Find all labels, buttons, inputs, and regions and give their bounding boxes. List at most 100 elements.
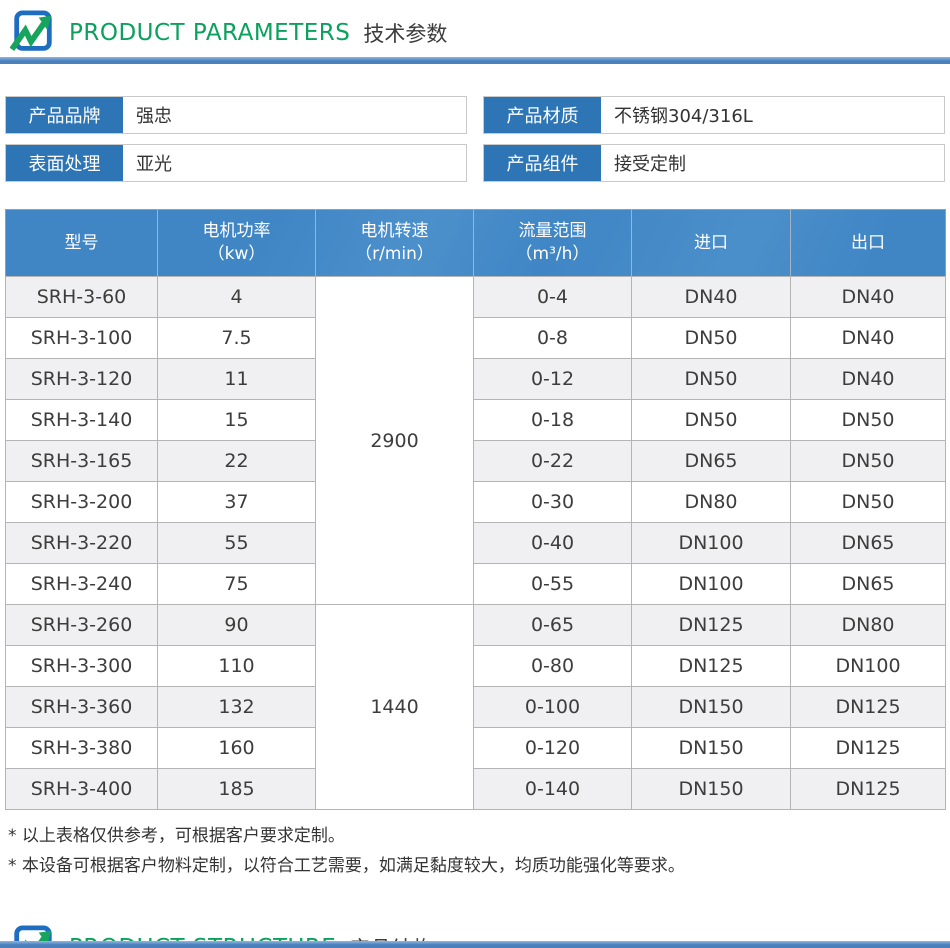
flow-cell: 0-140 (474, 769, 632, 810)
info-value: 亚光 (123, 145, 466, 181)
model-cell: SRH-3-100 (6, 318, 158, 359)
inlet-cell: DN150 (632, 687, 791, 728)
flow-cell: 0-80 (474, 646, 632, 687)
outlet-cell: DN80 (791, 605, 946, 646)
inlet-cell: DN100 (632, 564, 791, 605)
outlet-cell: DN125 (791, 728, 946, 769)
table-row: SRH-3-300110 0-80DN125DN100 (6, 646, 946, 687)
info-value: 不锈钢304/316L (601, 97, 944, 133)
brand-logo-icon (10, 10, 56, 56)
model-cell: SRH-3-165 (6, 441, 158, 482)
model-cell: SRH-3-120 (6, 359, 158, 400)
info-label: 产品组件 (484, 145, 601, 181)
column-header-flow: 流量范围（m³/h） (474, 210, 632, 277)
power-cell: 90 (158, 605, 316, 646)
info-label: 产品材质 (484, 97, 601, 133)
outlet-cell: DN40 (791, 277, 946, 318)
power-cell: 75 (158, 564, 316, 605)
table-row: SRH-3-1007.5 0-8DN50DN40 (6, 318, 946, 359)
spec-table-body: SRH-3-60429000-4DN40DN40SRH-3-1007.50-8D… (6, 277, 946, 810)
outlet-cell: DN40 (791, 359, 946, 400)
outlet-cell: DN40 (791, 318, 946, 359)
info-label: 产品品牌 (6, 97, 123, 133)
outlet-cell: DN65 (791, 564, 946, 605)
section-title-en: PRODUCT PARAMETERS (69, 20, 350, 46)
column-header-inlet: 进口 (632, 210, 791, 277)
power-cell: 55 (158, 523, 316, 564)
product-info-grid: 产品品牌 强忠 产品材质 不锈钢304/316L 表面处理 亚光 产品组件 接受… (5, 96, 945, 182)
power-cell: 110 (158, 646, 316, 687)
info-row-brand: 产品品牌 强忠 (5, 96, 467, 134)
inlet-cell: DN125 (632, 646, 791, 687)
info-value: 接受定制 (601, 145, 944, 181)
footnote: * 以上表格仅供参考，可根据客户要求定制。 (8, 821, 950, 851)
power-cell: 22 (158, 441, 316, 482)
table-row: SRH-3-20037 0-30DN80DN50 (6, 482, 946, 523)
flow-cell: 0-30 (474, 482, 632, 523)
column-header-speed: 电机转速（r/min） (316, 210, 474, 277)
flow-cell: 0-12 (474, 359, 632, 400)
product-parameters-page: PRODUCT PARAMETERS 技术参数 产品品牌 强忠 产品材质 不锈钢… (0, 0, 950, 948)
spec-table-wrap: 型号 电机功率（kw） 电机转速（r/min） 流量范围（m³/h） 进口 出口… (5, 209, 945, 810)
model-cell: SRH-3-300 (6, 646, 158, 687)
info-row-surface: 表面处理 亚光 (5, 144, 467, 182)
inlet-cell: DN80 (632, 482, 791, 523)
footnote: * 本设备可根据客户物料定制，以符合工艺需要，如满足黏度较大，均质功能强化等要求… (8, 851, 950, 881)
column-header-power: 电机功率（kw） (158, 210, 316, 277)
inlet-cell: DN40 (632, 277, 791, 318)
model-cell: SRH-3-360 (6, 687, 158, 728)
outlet-cell: DN50 (791, 400, 946, 441)
outlet-cell: DN125 (791, 769, 946, 810)
inlet-cell: DN50 (632, 400, 791, 441)
flow-cell: 0-4 (474, 277, 632, 318)
table-row: SRH-3-240750-55DN100DN65 (6, 564, 946, 605)
power-cell: 11 (158, 359, 316, 400)
speed-cell: 2900 (316, 277, 474, 605)
inlet-cell: DN50 (632, 318, 791, 359)
flow-cell: 0-18 (474, 400, 632, 441)
flow-cell: 0-120 (474, 728, 632, 769)
power-cell: 4 (158, 277, 316, 318)
column-header-outlet: 出口 (791, 210, 946, 277)
outlet-cell: DN50 (791, 482, 946, 523)
info-label: 表面处理 (6, 145, 123, 181)
speed-cell: 1440 (316, 605, 474, 810)
parameters-section-header: PRODUCT PARAMETERS 技术参数 (0, 0, 950, 57)
power-cell: 132 (158, 687, 316, 728)
inlet-cell: DN150 (632, 728, 791, 769)
flow-cell: 0-40 (474, 523, 632, 564)
power-cell: 15 (158, 400, 316, 441)
info-value: 强忠 (123, 97, 466, 133)
model-cell: SRH-3-240 (6, 564, 158, 605)
outlet-cell: DN65 (791, 523, 946, 564)
outlet-cell: DN100 (791, 646, 946, 687)
footnotes: * 以上表格仅供参考，可根据客户要求定制。 * 本设备可根据客户物料定制，以符合… (8, 821, 950, 881)
table-row: SRH-3-16522 0-22DN65DN50 (6, 441, 946, 482)
inlet-cell: DN150 (632, 769, 791, 810)
flow-cell: 0-22 (474, 441, 632, 482)
table-row: SRH-3-220550-40DN100DN65 (6, 523, 946, 564)
spec-table: 型号 电机功率（kw） 电机转速（r/min） 流量范围（m³/h） 进口 出口… (5, 209, 946, 810)
power-cell: 185 (158, 769, 316, 810)
model-cell: SRH-3-140 (6, 400, 158, 441)
table-row: SRH-3-60429000-4DN40DN40 (6, 277, 946, 318)
model-cell: SRH-3-380 (6, 728, 158, 769)
flow-cell: 0-100 (474, 687, 632, 728)
table-row: SRH-3-120110-12DN50DN40 (6, 359, 946, 400)
flow-cell: 0-8 (474, 318, 632, 359)
inlet-cell: DN65 (632, 441, 791, 482)
info-row-material: 产品材质 不锈钢304/316L (483, 96, 945, 134)
table-row: SRH-3-3801600-120DN150DN125 (6, 728, 946, 769)
column-header-model: 型号 (6, 210, 158, 277)
table-row: SRH-3-2609014400-65DN125DN80 (6, 605, 946, 646)
section-divider (0, 57, 950, 64)
model-cell: SRH-3-260 (6, 605, 158, 646)
section-title-zh: 技术参数 (363, 18, 447, 48)
outlet-cell: DN50 (791, 441, 946, 482)
model-cell: SRH-3-200 (6, 482, 158, 523)
table-row: SRH-3-3601320-100DN150DN125 (6, 687, 946, 728)
power-cell: 7.5 (158, 318, 316, 359)
table-row: SRH-3-140150-18DN50DN50 (6, 400, 946, 441)
power-cell: 37 (158, 482, 316, 523)
flow-cell: 0-65 (474, 605, 632, 646)
